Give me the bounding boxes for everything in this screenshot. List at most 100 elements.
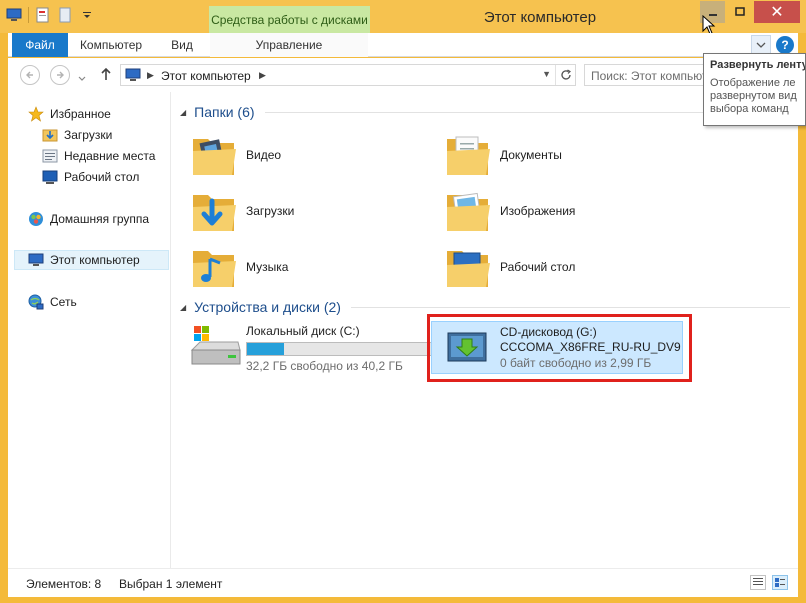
help-icon: ?	[781, 38, 789, 52]
address-bar[interactable]: ▶ Этот компьютер ▶ ▼	[120, 64, 576, 86]
folder-label: Изображения	[500, 204, 576, 218]
window-title: Этот компьютер	[483, 9, 597, 26]
context-tab-disk-tools[interactable]: Средства работы с дисками	[209, 6, 370, 33]
drive-free-space: 32,2 ГБ свободно из 40,2 ГБ	[246, 359, 403, 373]
breadcrumb-chevron-icon[interactable]: ▶	[259, 70, 266, 81]
folder-label: Музыка	[246, 260, 289, 274]
expand-ribbon-button[interactable]	[751, 35, 771, 55]
nav-item-network[interactable]: Сеть	[28, 292, 77, 312]
tooltip-line: Отображение ле	[710, 77, 796, 89]
pictures-folder-icon	[444, 187, 494, 235]
group-title: Устройства и диски (2)	[194, 299, 341, 315]
music-folder-icon	[190, 243, 240, 291]
breadcrumb-chevron-icon[interactable]: ▶	[147, 70, 154, 81]
status-item-count: Элементов: 8	[26, 577, 102, 591]
maximize-button[interactable]	[726, 1, 753, 23]
disk-usage-bar	[246, 342, 434, 356]
tab-computer[interactable]: Компьютер	[72, 33, 150, 57]
folder-tile-music[interactable]: Музыка	[190, 242, 430, 292]
collapse-chevron-icon[interactable]: ◢	[180, 303, 186, 312]
toolbar-separator	[28, 7, 29, 23]
group-header-folders[interactable]: ◢ Папки (6)	[180, 104, 790, 120]
folder-tile-downloads[interactable]: Загрузки	[190, 186, 430, 236]
details-view-icon	[753, 578, 763, 585]
customize-toolbar-icon[interactable]	[79, 7, 95, 23]
network-icon	[28, 294, 44, 310]
tooltip-title: Развернуть ленту	[710, 59, 806, 71]
downloads-folder-icon	[190, 187, 240, 235]
nav-label: Загрузки	[64, 128, 113, 142]
tab-view[interactable]: Вид	[160, 33, 204, 57]
new-folder-icon[interactable]	[57, 7, 73, 23]
hard-drive-icon	[190, 326, 241, 365]
computer-icon	[28, 253, 44, 266]
chevron-down-icon	[756, 42, 766, 48]
tiles-view-button[interactable]	[772, 575, 788, 590]
documents-folder-icon	[444, 131, 494, 179]
nav-item-favorites[interactable]: Избранное	[28, 104, 111, 124]
forward-arrow-icon	[57, 71, 64, 79]
collapse-chevron-icon[interactable]: ◢	[180, 108, 186, 117]
highlight-annotation-box	[427, 314, 692, 382]
up-button[interactable]	[100, 67, 112, 84]
folder-tile-desktop[interactable]: Рабочий стол	[444, 242, 684, 292]
nav-item-this-pc[interactable]: Этот компьютер	[14, 250, 169, 270]
navigation-pane: Избранное Загрузки Недавние места Рабочи…	[8, 92, 171, 568]
tab-file[interactable]: Файл	[12, 33, 68, 57]
nav-item-homegroup[interactable]: Домашняя группа	[28, 209, 149, 229]
desktop-icon	[42, 170, 58, 184]
drive-info: Локальный диск (C:) 32,2 ГБ свободно из …	[246, 324, 434, 374]
tooltip-body: Отображение ле развернутом вид выбора ко…	[710, 77, 799, 116]
back-button[interactable]	[20, 65, 40, 85]
back-arrow-icon	[26, 71, 33, 79]
navigation-bar: ▶ Этот компьютер ▶ ▼ Поиск: Этот компьют…	[8, 58, 798, 92]
folder-tile-documents[interactable]: Документы	[444, 130, 684, 180]
folder-tile-video[interactable]: Видео	[190, 130, 430, 180]
nav-item-desktop[interactable]: Рабочий стол	[42, 167, 139, 187]
nav-label: Рабочий стол	[64, 170, 140, 184]
nav-label: Домашняя группа	[50, 212, 150, 226]
ribbon-tooltip: Развернуть ленту Отображение ле разверну…	[703, 53, 806, 126]
folder-label: Загрузки	[246, 204, 295, 218]
nav-label: Этот компьютер	[50, 253, 140, 267]
ribbon-tabs: Файл Компьютер Вид Управление ?	[8, 33, 798, 57]
recent-locations-button[interactable]	[78, 71, 86, 85]
content-pane: ◢ Папки (6) Видео Документы Загрузки Изо…	[172, 92, 798, 568]
star-icon	[28, 106, 44, 122]
help-button[interactable]: ?	[776, 36, 794, 54]
group-divider	[350, 306, 790, 308]
maximize-icon	[734, 7, 745, 16]
disk-usage-fill	[247, 343, 285, 355]
computer-icon[interactable]	[6, 7, 22, 23]
breadcrumb-this-pc[interactable]: Этот компьютер	[161, 69, 251, 83]
close-button[interactable]: ✕	[754, 1, 800, 23]
nav-item-recent-places[interactable]: Недавние места	[42, 146, 155, 166]
nav-label: Недавние места	[64, 149, 156, 163]
nav-label: Избранное	[50, 107, 111, 121]
nav-label: Сеть	[50, 295, 77, 309]
tab-manage[interactable]: Управление	[210, 33, 368, 57]
forward-button[interactable]	[50, 65, 70, 85]
desktop-folder-icon	[444, 243, 494, 291]
chevron-down-icon	[78, 76, 86, 81]
main-area: Избранное Загрузки Недавние места Рабочи…	[8, 92, 798, 568]
refresh-icon	[560, 69, 571, 80]
properties-icon[interactable]	[35, 7, 51, 23]
group-header-devices[interactable]: ◢ Устройства и диски (2)	[180, 299, 790, 315]
refresh-button[interactable]	[555, 65, 575, 85]
nav-item-downloads[interactable]: Загрузки	[42, 125, 112, 145]
folder-tile-pictures[interactable]: Изображения	[444, 186, 684, 236]
address-dropdown-icon[interactable]: ▼	[542, 69, 551, 79]
group-title: Папки (6)	[194, 104, 255, 120]
details-view-button[interactable]	[750, 575, 766, 590]
computer-icon	[125, 68, 141, 81]
drive-tile-local-disk-c[interactable]: Локальный диск (C:) 32,2 ГБ свободно из …	[190, 324, 434, 380]
recent-places-icon	[42, 149, 58, 163]
folder-label: Рабочий стол	[500, 260, 576, 274]
status-selection: Выбран 1 элемент	[119, 577, 223, 591]
video-folder-icon	[190, 131, 240, 179]
up-arrow-icon	[101, 67, 111, 80]
folder-label: Видео	[246, 148, 282, 162]
tooltip-line: выбора команд	[710, 103, 789, 115]
tiles-view-icon	[775, 578, 785, 587]
